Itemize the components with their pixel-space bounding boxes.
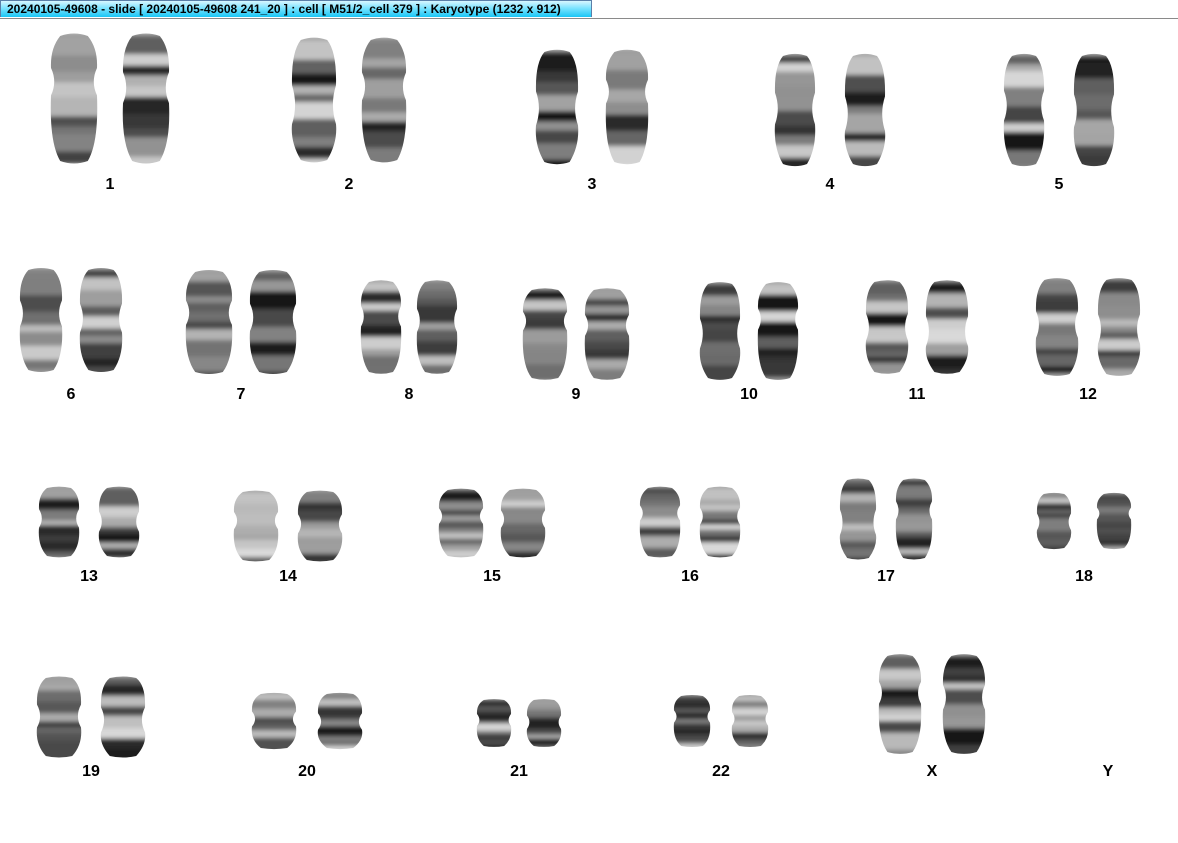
karyotype-panel: 1 2 3 4 5 6 7 8 9 10 11 12 13 14 15 16 17 18 19 20 21 22 X Y (0, 19, 1178, 843)
chromosome-label: 6 (66, 386, 76, 403)
chromosome-label: 9 (571, 386, 581, 403)
chromosome-14-homolog-1[interactable] (233, 490, 279, 562)
chromosome-label: 18 (1075, 568, 1093, 585)
chromosome-label: 2 (344, 176, 354, 193)
chromosome-12-homolog-2[interactable] (1097, 278, 1141, 376)
chromosome-label: 20 (298, 763, 316, 780)
chromosome-12-homolog-1[interactable] (1035, 278, 1079, 376)
chromosome-2-homolog-1[interactable] (291, 37, 337, 163)
chromosome-label: 21 (510, 763, 528, 780)
chromosome-5-homolog-2[interactable] (1073, 53, 1115, 167)
chromosome-7-homolog-1[interactable] (185, 270, 233, 374)
chromosome-17-homolog-1[interactable] (839, 478, 877, 560)
window-title: 20240105-49608 - slide [ 20240105-49608 … (7, 2, 561, 16)
chromosome-13-homolog-1[interactable] (38, 486, 80, 558)
chromosome-18-homolog-2[interactable] (1096, 492, 1132, 550)
chromosome-6-homolog-2[interactable] (79, 268, 123, 372)
chromosome-20-homolog-2[interactable] (317, 692, 363, 750)
chromosome-14-homolog-2[interactable] (297, 490, 343, 562)
chromosome-6-homolog-1[interactable] (19, 268, 63, 372)
chromosome-8-homolog-2[interactable] (416, 280, 458, 374)
chromosome-label: 22 (712, 763, 730, 780)
chromosome-22-homolog-1[interactable] (673, 695, 711, 747)
chromosome-label: 8 (404, 386, 414, 403)
chromosome-7-homolog-2[interactable] (249, 270, 297, 374)
chromosome-2-homolog-2[interactable] (361, 37, 407, 163)
chromosome-16-homolog-2[interactable] (699, 486, 741, 558)
chromosome-13-homolog-2[interactable] (98, 486, 140, 558)
chromosome-label: 7 (236, 386, 246, 403)
chromosome-label: 13 (80, 568, 98, 585)
chromosome-16-homolog-1[interactable] (639, 486, 681, 558)
chromosome-21-homolog-2[interactable] (526, 699, 562, 747)
chromosome-15-homolog-2[interactable] (500, 488, 546, 558)
chromosome-18-homolog-1[interactable] (1036, 492, 1072, 550)
chromosome-label: 1 (105, 176, 115, 193)
chromosome-3-homolog-1[interactable] (535, 49, 579, 165)
chromosome-label: 5 (1054, 176, 1064, 193)
chromosome-20-homolog-1[interactable] (251, 692, 297, 750)
chromosome-4-homolog-1[interactable] (774, 53, 816, 167)
chromosome-label: 16 (681, 568, 699, 585)
chromosome-4-homolog-2[interactable] (844, 53, 886, 167)
chromosome-label: 12 (1079, 386, 1097, 403)
chromosome-17-homolog-2[interactable] (895, 478, 933, 560)
chromosome-label: X (926, 763, 938, 780)
chromosome-label: Y (1102, 763, 1114, 780)
chromosome-19-homolog-2[interactable] (100, 676, 146, 758)
chromosome-label: 11 (908, 386, 926, 403)
chromosome-label: 17 (877, 568, 895, 585)
chromosome-label: 19 (82, 763, 100, 780)
chromosome-15-homolog-1[interactable] (438, 488, 484, 558)
chromosome-10-homolog-2[interactable] (757, 282, 799, 380)
chromosome-1-homolog-1[interactable] (50, 33, 98, 164)
chromosome-5-homolog-1[interactable] (1003, 53, 1045, 167)
chromosome-11-homolog-2[interactable] (925, 280, 969, 374)
chromosome-19-homolog-1[interactable] (36, 676, 82, 758)
chromosome-8-homolog-1[interactable] (360, 280, 402, 374)
window-title-tab[interactable]: 20240105-49608 - slide [ 20240105-49608 … (0, 0, 592, 17)
chromosome-21-homolog-1[interactable] (476, 699, 512, 747)
chromosome-x-homolog-1[interactable] (878, 654, 922, 754)
chromosome-3-homolog-2[interactable] (605, 49, 649, 165)
chromosome-11-homolog-1[interactable] (865, 280, 909, 374)
chromosome-label: 14 (279, 568, 297, 585)
chromosome-label: 10 (740, 386, 758, 403)
chromosome-label: 3 (587, 176, 597, 193)
chromosome-9-homolog-2[interactable] (584, 288, 630, 380)
chromosome-label: 4 (825, 176, 835, 193)
chromosome-label: 15 (483, 568, 501, 585)
window-titlebar: 20240105-49608 - slide [ 20240105-49608 … (0, 0, 1178, 19)
chromosome-10-homolog-1[interactable] (699, 282, 741, 380)
chromosome-1-homolog-2[interactable] (122, 33, 170, 164)
chromosome-9-homolog-1[interactable] (522, 288, 568, 380)
chromosome-22-homolog-2[interactable] (731, 695, 769, 747)
chromosome-x-homolog-2[interactable] (942, 654, 986, 754)
